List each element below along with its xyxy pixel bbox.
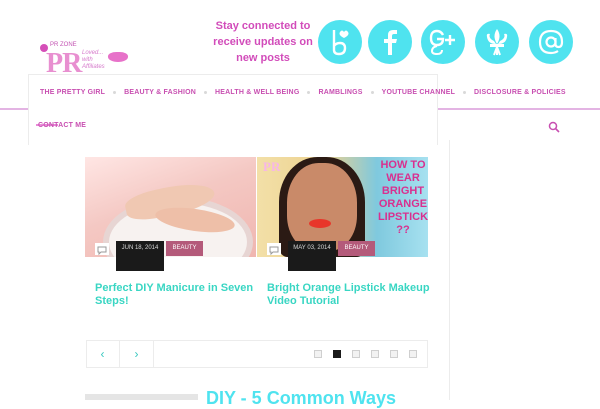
post-date: MAY 03, 2014 — [288, 241, 336, 271]
logo-tagline: Loved... with Affiliates — [82, 50, 105, 70]
nav-separator — [113, 90, 117, 94]
slider-dot[interactable] — [333, 350, 341, 358]
slider-dot[interactable] — [390, 350, 398, 358]
nav-separator — [204, 90, 208, 94]
slider-dot[interactable] — [314, 350, 322, 358]
category-badge[interactable]: BEAUTY — [338, 241, 375, 256]
post-title[interactable]: Perfect DIY Manicure in Seven Steps! — [95, 282, 263, 308]
post-title[interactable]: Bright Orange Lipstick Makeup Video Tuto… — [267, 282, 435, 308]
next-post-thumbnail[interactable] — [85, 394, 198, 400]
google-plus-button[interactable] — [421, 20, 465, 64]
google-plus-icon — [429, 29, 455, 55]
chevron-right-icon: › — [134, 347, 139, 361]
prev-slide-button[interactable]: ‹ — [86, 340, 120, 368]
slider-dot[interactable] — [409, 350, 417, 358]
nav-item-contact[interactable]: CONTACT ME — [38, 122, 86, 129]
bloglovin-button[interactable] — [318, 20, 362, 64]
face-shape — [287, 163, 357, 251]
email-button[interactable] — [529, 20, 573, 64]
fleur-de-lis-icon — [486, 29, 508, 56]
next-slide-button[interactable]: › — [120, 340, 154, 368]
nav-item-the-pretty-girl[interactable]: THE PRETTY GIRL — [40, 89, 105, 96]
nav-separator — [307, 90, 311, 94]
slider-dot[interactable] — [352, 350, 360, 358]
facebook-icon — [384, 30, 397, 55]
facebook-button[interactable] — [368, 20, 412, 64]
chevron-left-icon: ‹ — [100, 347, 105, 361]
connect-text: Stay connected to receive updates on new… — [213, 20, 313, 64]
nav-item-ramblings[interactable]: RAMBLINGS — [318, 89, 362, 96]
category-badge[interactable]: BEAUTY — [166, 241, 203, 256]
bloglovin-icon — [332, 30, 349, 56]
main-nav: THE PRETTY GIRL BEAUTY & FASHION HEALTH … — [28, 84, 566, 100]
nav-item-youtube[interactable]: YOUTUBE CHANNEL — [382, 89, 455, 96]
nav-item-disclosure[interactable]: DISCLOSURE & POLICIES — [474, 89, 566, 96]
nav-item-beauty-fashion[interactable]: BEAUTY & FASHION — [124, 89, 196, 96]
nav-item-health[interactable]: HEALTH & WELL BEING — [215, 89, 299, 96]
site-logo[interactable]: PR ZONE PR Loved... with Affiliates — [40, 42, 132, 78]
nav-separator — [463, 90, 467, 94]
lips-icon — [108, 52, 128, 62]
comment-icon[interactable] — [95, 243, 109, 256]
nav-separator — [370, 90, 374, 94]
slider-dot[interactable] — [371, 350, 379, 358]
sidebar-divider — [449, 140, 450, 400]
image-watermark: PR — [263, 159, 281, 174]
image-caption: HOW TO WEAR BRIGHT ORANGE LIPSTICK ?? — [377, 159, 428, 236]
next-post-title[interactable]: DIY - 5 Common Ways — [206, 388, 396, 409]
comment-icon[interactable] — [267, 243, 281, 256]
search-icon[interactable] — [548, 121, 560, 133]
email-icon — [538, 29, 564, 55]
fleur-button[interactable] — [475, 20, 519, 64]
post-date: JUN 18, 2014 — [116, 241, 164, 271]
lips-shape — [309, 219, 331, 228]
